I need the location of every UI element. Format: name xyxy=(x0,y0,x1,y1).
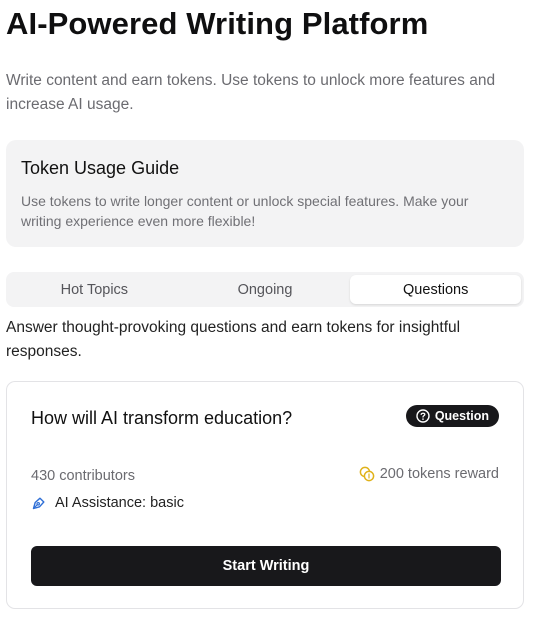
page-subtitle: Write content and earn tokens. Use token… xyxy=(6,72,496,113)
question-card: How will AI transform education? Questio… xyxy=(6,381,524,609)
pen-tool-icon xyxy=(31,495,47,511)
tab-ongoing[interactable]: Ongoing xyxy=(180,275,351,304)
page: AI-Powered Writing Platform Write conten… xyxy=(0,0,534,625)
assistance-label: AI Assistance: basic xyxy=(55,495,184,511)
question-circle-icon xyxy=(416,409,430,423)
ai-assistance-level: AI Assistance: basic xyxy=(31,495,184,511)
tab-questions[interactable]: Questions xyxy=(350,275,522,304)
token-reward: 200 tokens reward xyxy=(359,466,499,482)
tab-hot-topics[interactable]: Hot Topics xyxy=(9,275,180,304)
question-badge: Question xyxy=(405,405,499,427)
tab-bar: Hot Topics Ongoing Questions xyxy=(6,272,524,307)
contributors-count: 430 contributors xyxy=(31,468,135,484)
guide-title: Token Usage Guide xyxy=(21,158,180,178)
guide-text: Use tokens to write longer content or un… xyxy=(21,193,469,229)
token-usage-guide: Token Usage Guide Use tokens to write lo… xyxy=(6,140,524,247)
start-writing-button[interactable]: Start Writing xyxy=(31,546,501,586)
reward-label: 200 tokens reward xyxy=(379,466,499,482)
coins-icon xyxy=(359,466,375,482)
badge-label: Question xyxy=(434,409,489,423)
page-title: AI-Powered Writing Platform xyxy=(6,6,429,41)
tab-description: Answer thought-provoking questions and e… xyxy=(6,319,461,360)
question-title: How will AI transform education? xyxy=(31,408,293,428)
